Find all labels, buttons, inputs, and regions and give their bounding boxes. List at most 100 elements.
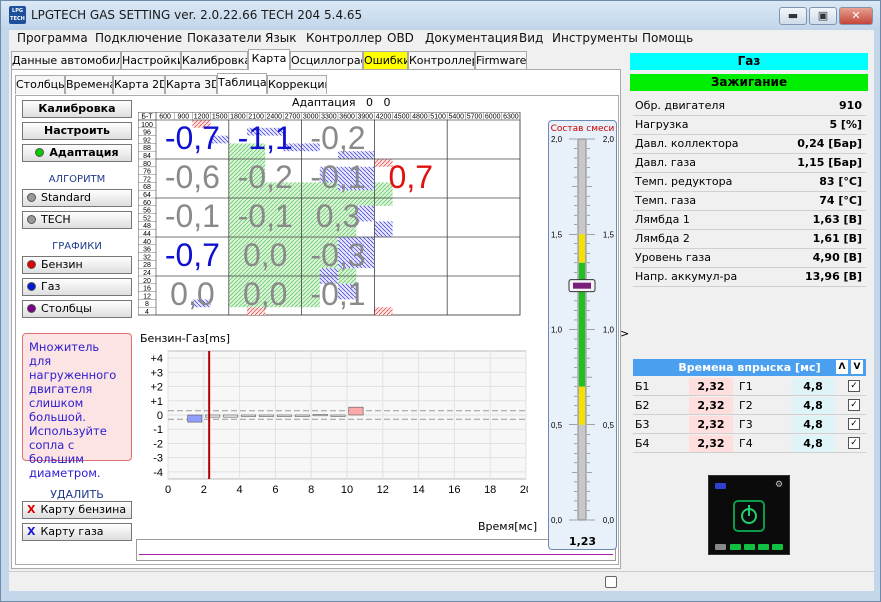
gauge-tick-label: 1,0 [603, 326, 615, 335]
param-value: 1,15 [Бар] [797, 156, 862, 169]
tab-calibration[interactable]: Калибровка [181, 51, 248, 70]
map-column-label: 5700 [467, 114, 483, 121]
param-label: Обр. двигателя [635, 99, 725, 112]
param-label: Давл. газа [635, 156, 696, 169]
map-column-label: 5400 [449, 114, 465, 121]
param-label: Лямбда 1 [635, 213, 690, 226]
menu-tools[interactable]: Инструменты [552, 31, 638, 45]
tab-times[interactable]: Времена [65, 75, 113, 94]
tab-table[interactable]: Таблица [217, 73, 267, 94]
petrol-cylinder-label: Б3 [635, 418, 650, 431]
tab-firmware[interactable]: Firmware [475, 51, 527, 70]
gauge-tick-label: 1,5 [551, 230, 563, 239]
graph-gas-toggle[interactable]: Газ [22, 278, 132, 296]
map-adaptation-value: -0,1 [310, 276, 365, 312]
map-row-label: 32 [143, 254, 151, 261]
algorithm-title: АЛГОРИТМ [48, 174, 106, 185]
menu-view[interactable]: Вид [519, 31, 543, 45]
map-grid[interactable]: 600 900 1200 1500 1800 2100 2400 2700 3000 3300 36… [138, 112, 536, 326]
gauge-tick-label: 0,0 [603, 516, 615, 525]
chart-bar [348, 406, 364, 416]
tab-car-data[interactable]: Данные автомобиля [11, 51, 121, 70]
minimize-button[interactable]: ▬ [779, 7, 807, 25]
chart-x-tick: 6 [272, 484, 278, 496]
map-adaptation-value: -0,2 [310, 120, 365, 156]
close-button[interactable]: ✕ [839, 7, 873, 25]
chart-x-tick: 8 [308, 484, 314, 496]
tab-corrections[interactable]: Коррекции [267, 75, 327, 94]
map-column-label: 4200 [376, 114, 392, 121]
cylinder-enable-checkbox[interactable]: ✓ [848, 380, 860, 392]
tab-bars[interactable]: Столбцы [15, 75, 65, 94]
cylinder-enable-checkbox[interactable]: ✓ [848, 418, 860, 430]
status-checkbox[interactable] [605, 576, 617, 588]
chart-bar [330, 414, 346, 417]
param-row: Темп. редуктора 83 [°C] [633, 173, 866, 192]
menu-connection[interactable]: Подключение [95, 31, 182, 45]
injection-header: Времена впрыска [мс] Λ V [633, 359, 866, 376]
tune-button[interactable]: Настроить [22, 122, 132, 140]
param-row: Нагрузка 5 [%] [633, 116, 866, 135]
menu-obd[interactable]: OBD [387, 31, 414, 45]
menu-help[interactable]: Помощь [642, 31, 693, 45]
param-row: Давл. коллектора 0,24 [Бар] [633, 135, 866, 154]
tab-controller[interactable]: Контроллер [408, 51, 475, 70]
menu-program[interactable]: Программа [17, 31, 88, 45]
gas-cylinder-label: Г2 [739, 399, 753, 412]
petrol-injection-time: 2,32 [689, 397, 733, 414]
menu-indicators[interactable]: Показатели [187, 31, 262, 45]
menu-controller[interactable]: Контроллер [306, 31, 382, 45]
delete-petrol-map-button[interactable]: X Карту бензина [22, 501, 132, 519]
collapse-arrow-icon[interactable]: > [620, 327, 629, 340]
tab-map-2d[interactable]: Карта 2D [113, 75, 165, 94]
status-panel: Газ Зажигание Обр. двигателя 910 Нагрузка 5… [629, 48, 874, 591]
tab-map[interactable]: Карта [248, 49, 290, 70]
cylinder-enable-checkbox[interactable]: ✓ [848, 399, 860, 411]
injection-row: Б4 2,32 Г4 4,8 ✓ [633, 434, 866, 453]
graph-petrol-toggle[interactable]: Бензин [22, 256, 132, 274]
map-row-label: 88 [143, 145, 151, 152]
chart-y-tick: +1 [150, 396, 163, 408]
algorithm-tech-radio[interactable]: TECH [22, 211, 132, 229]
cylinder-enable-checkbox[interactable]: ✓ [848, 437, 860, 449]
tab-settings[interactable]: Настройки [121, 51, 181, 70]
chart-y-tick: -1 [153, 424, 163, 436]
delete-x-icon: X [27, 503, 36, 516]
algorithm-standard-radio[interactable]: Standard [22, 189, 132, 207]
tab-oscilloscope[interactable]: Осциллограф [290, 51, 363, 70]
tab-errors[interactable]: Ошибки [363, 51, 408, 70]
app-logo-icon: LPG TECH [9, 6, 26, 24]
map-adaptation-value: -0,1 [310, 159, 365, 195]
sort-down-icon[interactable]: V [851, 360, 863, 374]
menu-language[interactable]: Язык [265, 31, 296, 45]
gas-injection-time: 4,8 [791, 416, 835, 433]
map-row-label: 96 [143, 130, 151, 137]
map-row-label: 48 [143, 223, 151, 230]
chart-y-tick: +4 [150, 353, 163, 365]
map-row-label: 52 [143, 215, 151, 222]
menu-docs[interactable]: Документация [425, 31, 518, 45]
petrol-injection-time: 2,32 [689, 435, 733, 452]
petrol-injection-time: 2,32 [689, 378, 733, 395]
table-panel: Калибровка Настроить Адаптация АЛГОРИТМ … [15, 95, 619, 565]
sort-up-icon[interactable]: Λ [836, 360, 848, 374]
calibration-button[interactable]: Калибровка [22, 100, 132, 118]
graph-bars-toggle[interactable]: Столбцы [22, 300, 132, 318]
delete-gas-map-button[interactable]: X Карту газа [22, 523, 132, 541]
maximize-button[interactable]: ▣ [809, 7, 837, 25]
param-row: Напр. аккумул-ра 13,96 [В] [633, 268, 866, 287]
map-column-label: 4500 [394, 114, 410, 121]
tab-map-3d[interactable]: Карта 3D [165, 75, 217, 94]
param-value: 5 [%] [829, 118, 862, 131]
chart-x-tick: 14 [412, 484, 424, 496]
map-row-label: 60 [143, 200, 151, 207]
diff-chart: 0 2 4 6 8 10 12 14 16 18 20 +4 +3 +2 +1 0 -1 -2 -3 -4 [150, 350, 528, 496]
map-row-label: 72 [143, 176, 151, 183]
gas-status: Газ [630, 53, 868, 70]
adaptation-button[interactable]: Адаптация [22, 144, 132, 162]
delete-x-icon: X [27, 525, 36, 538]
gauge-tick-label: 1,5 [603, 230, 615, 239]
title-bar[interactable]: LPG TECH LPGTECH GAS SETTING ver. 2.0.22… [1, 1, 880, 30]
chart-bar [276, 414, 292, 417]
map-adaptation-value: 0,7 [389, 159, 433, 195]
